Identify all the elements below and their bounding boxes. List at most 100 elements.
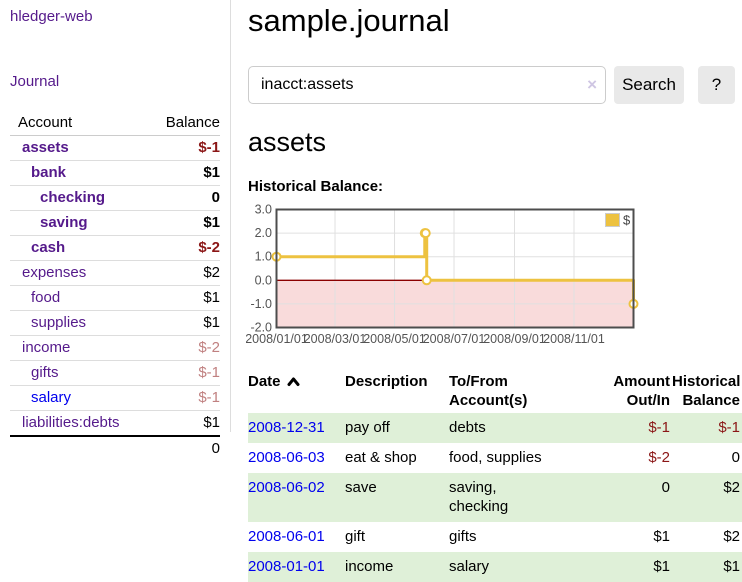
account-balance: $1 (203, 214, 220, 231)
svg-text:2008/01/01: 2008/01/01 (246, 332, 308, 346)
register-header-balance: Historical Balance (672, 369, 742, 413)
svg-text:2008/03/01: 2008/03/01 (304, 332, 367, 346)
clear-search-icon[interactable]: × (587, 75, 597, 95)
sidebar-item-journal[interactable]: Journal (10, 73, 220, 90)
transaction-balance: $2 (723, 528, 740, 545)
transaction-accounts: food, supplies (449, 443, 555, 473)
sidebar-item-assets[interactable]: assets (22, 139, 69, 156)
account-row: food $1 (10, 286, 220, 311)
transaction-date-link[interactable]: 2008-12-31 (248, 419, 325, 436)
register-header-description: Description (345, 369, 449, 413)
account-row: liabilities:debts $1 (10, 411, 220, 437)
svg-text:0.0: 0.0 (255, 273, 272, 287)
sidebar-item-supplies[interactable]: supplies (31, 314, 86, 331)
register-table: Date Description To/From Account(s) Amou… (248, 369, 742, 582)
transaction-description: save (345, 473, 449, 522)
register-row[interactable]: 2008-01-01 income salary $1 $1 (248, 552, 742, 582)
transaction-amount: $-1 (648, 419, 670, 436)
transaction-date-link[interactable]: 2008-06-03 (248, 449, 325, 466)
account-balance: $2 (203, 264, 220, 281)
account-balance: $1 (203, 289, 220, 306)
transaction-amount: 0 (662, 479, 670, 496)
transaction-amount: $1 (653, 558, 670, 575)
account-balance: $-2 (198, 339, 220, 356)
svg-text:2.0: 2.0 (255, 226, 272, 240)
transaction-accounts: salary (449, 552, 555, 582)
account-balance: $1 (203, 314, 220, 331)
svg-text:2008/07/01: 2008/07/01 (423, 332, 486, 346)
sidebar-item-cash[interactable]: cash (31, 239, 65, 256)
transaction-balance: $2 (723, 479, 740, 496)
svg-text:$: $ (623, 213, 631, 228)
account-balance: $-1 (198, 364, 220, 381)
svg-text:2008/11/01: 2008/11/01 (543, 332, 605, 346)
account-balance: 0 (212, 189, 220, 206)
register-row[interactable]: 2008-06-03 eat & shop food, supplies $-2… (248, 443, 742, 473)
sidebar-item-checking[interactable]: checking (40, 189, 105, 206)
register-header-date[interactable]: Date (248, 369, 345, 413)
sidebar-item-expenses[interactable]: expenses (22, 264, 86, 281)
sidebar-item-bank[interactable]: bank (31, 164, 66, 181)
account-balance: $1 (203, 164, 220, 181)
transaction-date-link[interactable]: 2008-06-01 (248, 528, 325, 545)
account-row: salary $-1 (10, 386, 220, 411)
account-row: assets $-1 (10, 136, 220, 161)
main-content: sample.journal × Search ? assets Histori… (231, 0, 742, 582)
account-row: cash $-2 (10, 236, 220, 261)
account-section-title: assets (248, 126, 742, 158)
sidebar: hledger-web Journal Account Balance asse… (0, 0, 231, 432)
balance-chart: 3.02.01.00.0-1.0-2.02008/01/012008/03/01… (246, 203, 642, 351)
transaction-description: income (345, 552, 449, 582)
chart-label: Historical Balance: (248, 178, 742, 195)
account-row: bank $1 (10, 161, 220, 186)
transaction-amount: $1 (653, 528, 670, 545)
accounts-total-row: 0 (10, 436, 220, 461)
transaction-amount: $-2 (648, 449, 670, 466)
svg-text:2008/09/01: 2008/09/01 (483, 332, 546, 346)
sidebar-item-salary[interactable]: salary (31, 389, 71, 406)
help-button[interactable]: ? (698, 66, 735, 104)
register-header-accounts: To/From Account(s) (449, 369, 555, 413)
account-balance: $-1 (198, 139, 220, 156)
data-point (422, 229, 430, 237)
app-title-link[interactable]: hledger-web (10, 8, 220, 25)
account-row: supplies $1 (10, 311, 220, 336)
negative-region (278, 280, 633, 326)
sidebar-item-income[interactable]: income (22, 339, 70, 356)
sidebar-item-liabilities:debts[interactable]: liabilities:debts (22, 414, 120, 431)
svg-text:1.0: 1.0 (255, 250, 272, 264)
account-row: gifts $-1 (10, 361, 220, 386)
accounts-header-account: Account (10, 111, 150, 136)
chart-legend: $ (606, 213, 632, 228)
data-point (423, 276, 431, 284)
sidebar-item-gifts[interactable]: gifts (31, 364, 59, 381)
transaction-description: pay off (345, 413, 449, 443)
svg-text:3.0: 3.0 (255, 203, 272, 217)
chevron-up-icon (287, 373, 300, 392)
search-button[interactable]: Search (614, 66, 684, 104)
accounts-total: 0 (212, 440, 220, 457)
transaction-date-link[interactable]: 2008-01-01 (248, 558, 325, 575)
account-row: saving $1 (10, 211, 220, 236)
svg-text:2008/05/01: 2008/05/01 (363, 332, 426, 346)
sidebar-item-food[interactable]: food (31, 289, 60, 306)
account-row: expenses $2 (10, 261, 220, 286)
register-row[interactable]: 2008-12-31 pay off debts $-1 $-1 (248, 413, 742, 443)
account-row: income $-2 (10, 336, 220, 361)
account-balance: $-2 (198, 239, 220, 256)
transaction-balance: $-1 (718, 419, 740, 436)
sidebar-item-saving[interactable]: saving (40, 214, 88, 231)
transaction-description: gift (345, 522, 449, 552)
search-box: × (248, 66, 606, 104)
transaction-balance: 0 (732, 449, 740, 466)
register-row[interactable]: 2008-06-02 save saving, checking 0 $2 (248, 473, 742, 522)
transaction-description: eat & shop (345, 443, 449, 473)
transaction-accounts: saving, checking (449, 473, 555, 522)
transaction-date-link[interactable]: 2008-06-02 (248, 479, 325, 496)
page-title: sample.journal (248, 2, 742, 40)
register-row[interactable]: 2008-06-01 gift gifts $1 $2 (248, 522, 742, 552)
transaction-accounts: debts (449, 413, 555, 443)
transaction-accounts: gifts (449, 522, 555, 552)
search-form: × Search ? (248, 66, 742, 104)
search-input[interactable] (248, 66, 606, 104)
